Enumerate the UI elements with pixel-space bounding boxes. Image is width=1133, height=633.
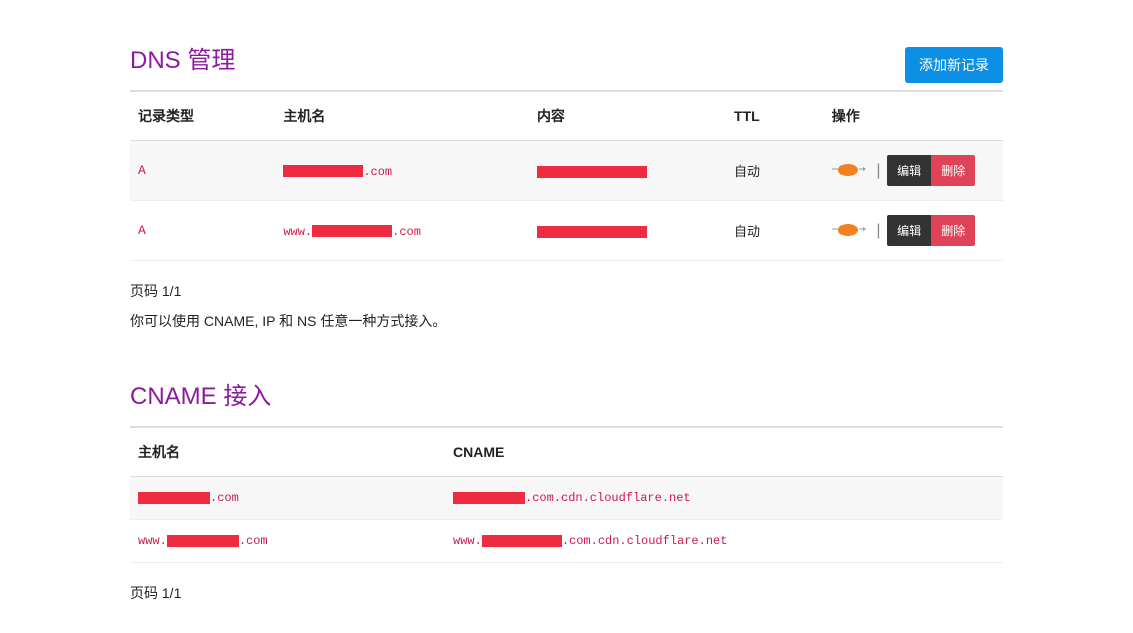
host-suffix: .com bbox=[210, 491, 239, 505]
dns-cell-type: A bbox=[130, 201, 275, 261]
dns-th-content: 内容 bbox=[529, 91, 726, 141]
dns-cell-content bbox=[529, 141, 726, 201]
redacted-cname bbox=[453, 492, 525, 504]
edit-button[interactable]: 编辑 bbox=[887, 155, 931, 186]
host-prefix: www. bbox=[138, 534, 167, 548]
dns-page-info: 页码 1/1 bbox=[130, 281, 1003, 301]
redacted-host bbox=[138, 492, 210, 504]
dns-th-ttl: TTL bbox=[726, 91, 824, 141]
cloud-icon[interactable] bbox=[832, 161, 866, 180]
redacted-cname bbox=[482, 535, 562, 547]
cname-cell-cname: .com.cdn.cloudflare.net bbox=[445, 477, 1003, 520]
redacted-host bbox=[167, 535, 239, 547]
add-record-button[interactable]: 添加新记录 bbox=[905, 47, 1003, 83]
dns-title: DNS 管理 bbox=[130, 40, 235, 75]
delete-button[interactable]: 删除 bbox=[931, 155, 975, 186]
cname-cell-cname: www. .com.cdn.cloudflare.net bbox=[445, 520, 1003, 563]
cname-suffix: .com.cdn.cloudflare.net bbox=[562, 534, 728, 548]
cname-cell-host: .com bbox=[130, 477, 445, 520]
cname-suffix: .com.cdn.cloudflare.net bbox=[525, 491, 691, 505]
cname-prefix: www. bbox=[453, 534, 482, 548]
redacted-content bbox=[537, 226, 647, 238]
dns-cell-host: .com bbox=[275, 141, 529, 201]
edit-button[interactable]: 编辑 bbox=[887, 215, 931, 246]
delete-button[interactable]: 删除 bbox=[931, 215, 975, 246]
dns-header: DNS 管理 添加新记录 bbox=[130, 40, 1003, 90]
dns-cell-type: A bbox=[130, 141, 275, 201]
dns-cell-host: www. .com bbox=[275, 201, 529, 261]
dns-cell-actions: | 编辑删除 bbox=[824, 141, 1003, 201]
cloud-icon[interactable] bbox=[832, 221, 866, 240]
dns-cell-ttl: 自动 bbox=[726, 141, 824, 201]
dns-row: A .com 自动 | 编辑删除 bbox=[130, 141, 1003, 201]
divider: | bbox=[876, 222, 880, 239]
redacted-content bbox=[537, 166, 647, 178]
dns-table: 记录类型 主机名 内容 TTL 操作 A .com 自动 | 编辑删除 A bbox=[130, 90, 1003, 261]
dns-th-host: 主机名 bbox=[275, 91, 529, 141]
dns-note: 你可以使用 CNAME, IP 和 NS 任意一种方式接入。 bbox=[130, 311, 1003, 331]
divider: | bbox=[876, 162, 880, 179]
cname-page-info: 页码 1/1 bbox=[130, 583, 1003, 603]
dns-cell-actions: | 编辑删除 bbox=[824, 201, 1003, 261]
host-suffix: .com bbox=[392, 225, 421, 239]
dns-th-actions: 操作 bbox=[824, 91, 1003, 141]
cname-th-cname: CNAME bbox=[445, 427, 1003, 477]
redacted-host bbox=[312, 225, 392, 237]
host-suffix: .com bbox=[239, 534, 268, 548]
dns-th-type: 记录类型 bbox=[130, 91, 275, 141]
redacted-host bbox=[283, 165, 363, 177]
dns-cell-content bbox=[529, 201, 726, 261]
cname-title: CNAME 接入 bbox=[130, 376, 1003, 411]
cname-row: www. .com www. .com.cdn.cloudflare.net bbox=[130, 520, 1003, 563]
dns-cell-ttl: 自动 bbox=[726, 201, 824, 261]
host-prefix: www. bbox=[283, 225, 312, 239]
cname-table: 主机名 CNAME .com .com.cdn.cloudflare.net w… bbox=[130, 426, 1003, 563]
cname-th-host: 主机名 bbox=[130, 427, 445, 477]
cname-cell-host: www. .com bbox=[130, 520, 445, 563]
dns-row: A www. .com 自动 | 编辑删除 bbox=[130, 201, 1003, 261]
cname-row: .com .com.cdn.cloudflare.net bbox=[130, 477, 1003, 520]
host-suffix: .com bbox=[363, 165, 392, 179]
